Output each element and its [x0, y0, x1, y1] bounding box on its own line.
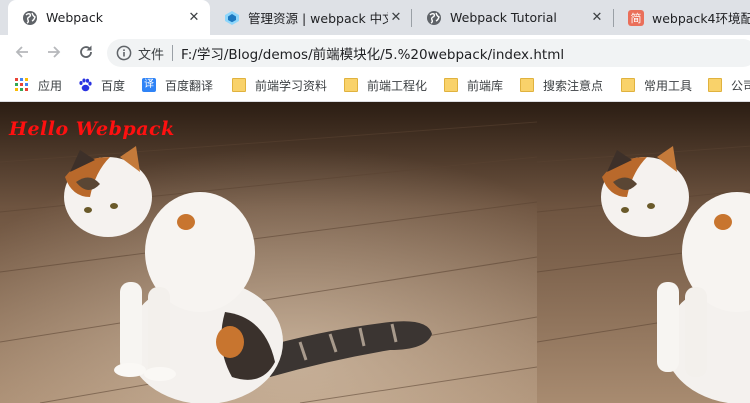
- globe-icon: [426, 10, 442, 26]
- back-arrow-icon: [15, 46, 28, 58]
- bookmarks-bar: 应用 百度 译 百度翻译 前端学习资料 前端工程化 前端库 搜索注意点 常用工具…: [0, 69, 750, 102]
- bookmark-folder-libraries[interactable]: 前端库: [444, 76, 503, 94]
- close-tab-icon[interactable]: ✕: [388, 10, 404, 26]
- jianshu-icon: 简: [628, 9, 644, 26]
- bookmark-folder-search-tips[interactable]: 搜索注意点: [520, 76, 603, 94]
- bookmark-folder-learning[interactable]: 前端学习资料: [232, 76, 327, 94]
- bookmark-folder-company[interactable]: 公司: [708, 76, 750, 94]
- forward-button[interactable]: [41, 39, 67, 65]
- folder-icon: [444, 78, 458, 92]
- browser-toolbar: 文件 F:/学习/Blog/demos/前端模块化/5.%20webpack/i…: [0, 35, 750, 69]
- folder-icon: [232, 78, 246, 92]
- tab-manage-resources[interactable]: 管理资源 | webpack 中文文档 ✕: [210, 0, 412, 35]
- reload-icon: [80, 45, 92, 58]
- address-bar[interactable]: 文件 F:/学习/Blog/demos/前端模块化/5.%20webpack/i…: [107, 39, 750, 67]
- scheme-label: 文件: [138, 47, 165, 63]
- tab-title: Webpack: [46, 10, 103, 25]
- bookmark-label: 应用: [38, 78, 63, 93]
- globe-icon: [22, 10, 38, 26]
- cat-photo-tile: [0, 102, 537, 403]
- info-icon[interactable]: [116, 45, 132, 61]
- tab-title: webpack4环境配置: [652, 11, 750, 26]
- bookmark-folder-tools[interactable]: 常用工具: [621, 76, 692, 94]
- bookmark-baidu[interactable]: 百度: [78, 76, 125, 94]
- apps-grid-icon: [15, 78, 29, 92]
- bookmark-label: 前端库: [467, 78, 504, 93]
- bookmark-label: 百度: [101, 78, 126, 93]
- folder-icon: [621, 78, 635, 92]
- close-tab-icon[interactable]: ✕: [186, 10, 202, 26]
- tab-title: 管理资源 | webpack 中文文档: [248, 11, 388, 26]
- tab-webpack-tutorial[interactable]: Webpack Tutorial ✕: [412, 0, 613, 35]
- forward-arrow-icon: [48, 46, 61, 58]
- folder-icon: [344, 78, 358, 92]
- tab-webpack4-config[interactable]: 简 webpack4环境配置: [614, 0, 750, 35]
- page-heading: Hello Webpack: [9, 118, 175, 140]
- baidu-paw-icon: [78, 78, 92, 92]
- omnibox-divider: [172, 45, 174, 61]
- webpack-logo-icon: [224, 10, 240, 26]
- folder-icon: [708, 78, 722, 92]
- folder-icon: [520, 78, 534, 92]
- baidu-translate-icon: 译: [142, 78, 156, 92]
- bookmark-baidu-translate[interactable]: 译 百度翻译: [142, 76, 213, 94]
- tab-webpack[interactable]: Webpack ✕: [8, 0, 210, 35]
- cat-photo-tile: [537, 102, 750, 403]
- bookmark-label: 前端学习资料: [255, 78, 328, 93]
- tab-title: Webpack Tutorial: [450, 10, 557, 25]
- page-viewport: Hello Webpack: [0, 102, 750, 403]
- close-tab-icon[interactable]: ✕: [589, 10, 605, 26]
- bookmark-label: 搜索注意点: [543, 78, 604, 93]
- bookmark-label: 公司: [731, 78, 750, 93]
- bookmark-label: 百度翻译: [165, 78, 214, 93]
- bookmark-label: 常用工具: [644, 78, 693, 93]
- bookmark-folder-engineering[interactable]: 前端工程化: [344, 76, 427, 94]
- bookmark-label: 前端工程化: [367, 78, 428, 93]
- back-button[interactable]: [9, 39, 35, 65]
- tab-strip: Webpack ✕ 管理资源 | webpack 中文文档 ✕ Webpack …: [0, 0, 750, 35]
- bookmark-apps[interactable]: 应用: [15, 76, 62, 94]
- reload-button[interactable]: [73, 39, 99, 65]
- url-text[interactable]: F:/学习/Blog/demos/前端模块化/5.%20webpack/inde…: [181, 43, 564, 63]
